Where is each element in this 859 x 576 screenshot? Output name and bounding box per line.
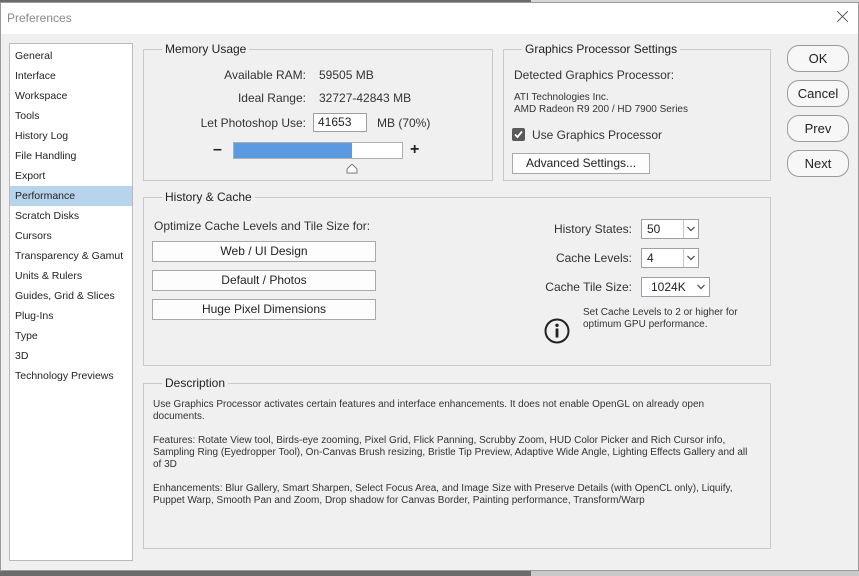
ok-button[interactable]: OK — [787, 45, 849, 72]
sidebar-item-guides-grid-slices[interactable]: Guides, Grid & Slices — [10, 286, 132, 306]
gpu-settings-group: Graphics Processor Settings Detected Gra… — [503, 42, 771, 181]
sidebar-item-3d[interactable]: 3D — [10, 346, 132, 366]
description-line: Features: Rotate View tool, Birds-eye zo… — [153, 435, 726, 446]
chevron-down-icon — [694, 278, 709, 296]
description-line: Sampling Ring (Eyedropper Tool), On-Canv… — [153, 447, 748, 458]
available-ram-label: Available RAM: — [224, 68, 306, 82]
sidebar-item-interface[interactable]: Interface — [10, 66, 132, 86]
sidebar-item-cursors[interactable]: Cursors — [10, 226, 132, 246]
description-line: Enhancements: Blur Gallery, Smart Sharpe… — [153, 483, 733, 494]
history-cache-group: History & Cache Optimize Cache Levels an… — [143, 190, 771, 366]
history-states-value: 50 — [647, 222, 661, 236]
ideal-range-label: Ideal Range: — [237, 91, 306, 105]
huge-pixel-dimensions-button[interactable]: Huge Pixel Dimensions — [152, 299, 376, 320]
memory-slider[interactable] — [233, 142, 403, 159]
increase-memory-button[interactable]: + — [410, 142, 419, 158]
default-photos-button[interactable]: Default / Photos — [152, 270, 376, 291]
cache-note-line2: optimum GPU performance. — [583, 319, 708, 330]
window-bottom-edge — [0, 571, 859, 576]
web-ui-design-button[interactable]: Web / UI Design — [152, 241, 376, 262]
history-states-select[interactable]: 50 — [641, 219, 699, 239]
memory-slider-thumb[interactable] — [346, 161, 358, 174]
sidebar-item-file-handling[interactable]: File Handling — [10, 146, 132, 166]
sidebar-item-scratch-disks[interactable]: Scratch Disks — [10, 206, 132, 226]
sidebar-item-technology-previews[interactable]: Technology Previews — [10, 366, 132, 386]
photoshop-use-label: Let Photoshop Use: — [200, 116, 306, 130]
chevron-down-icon — [683, 249, 698, 267]
memory-usage-group: Memory Usage Available RAM: 59505 MB Ide… — [143, 42, 493, 181]
gpu-settings-title: Graphics Processor Settings — [522, 42, 681, 56]
use-gpu-checkbox[interactable] — [512, 128, 525, 141]
sidebar-item-tools[interactable]: Tools — [10, 106, 132, 126]
memory-slider-fill — [234, 143, 352, 158]
sidebar-item-workspace[interactable]: Workspace — [10, 86, 132, 106]
window-title: Preferences — [7, 11, 72, 25]
sidebar-item-export[interactable]: Export — [10, 166, 132, 186]
description-line: documents. — [153, 411, 205, 422]
sidebar-item-transparency-gamut[interactable]: Transparency & Gamut — [10, 246, 132, 266]
optimize-label: Optimize Cache Levels and Tile Size for: — [154, 219, 371, 233]
decrease-memory-button[interactable]: – — [213, 142, 222, 158]
cache-levels-label: Cache Levels: — [555, 251, 632, 265]
next-button[interactable]: Next — [787, 150, 849, 177]
close-icon[interactable] — [834, 8, 852, 26]
memory-unit-label: MB (70%) — [377, 116, 431, 130]
cache-tile-size-label: Cache Tile Size: — [545, 280, 632, 294]
advanced-settings-button[interactable]: Advanced Settings... — [512, 153, 650, 174]
memory-usage-title: Memory Usage — [162, 42, 250, 56]
detected-gpu-label: Detected Graphics Processor: — [514, 68, 675, 82]
cancel-button[interactable]: Cancel — [787, 80, 849, 107]
memory-amount-field[interactable]: 41653 — [313, 113, 367, 132]
check-icon — [514, 130, 523, 139]
prev-button[interactable]: Prev — [787, 115, 849, 142]
description-title: Description — [162, 376, 229, 390]
description-paragraph-3: Enhancements: Blur Gallery, Smart Sharpe… — [153, 483, 733, 507]
cache-note-line1: Set Cache Levels to 2 or higher for — [583, 307, 738, 318]
chevron-down-icon — [683, 220, 698, 238]
sidebar-item-performance[interactable]: Performance — [10, 186, 132, 206]
cache-levels-value: 4 — [647, 251, 654, 265]
description-line: of 3D — [153, 459, 177, 470]
history-states-label: History States: — [553, 222, 632, 236]
sidebar-item-plug-ins[interactable]: Plug-Ins — [10, 306, 132, 326]
description-paragraph-2: Features: Rotate View tool, Birds-eye zo… — [153, 435, 747, 471]
gpu-model: AMD Radeon R9 200 / HD 7900 Series — [514, 104, 688, 115]
use-gpu-label: Use Graphics Processor — [532, 128, 663, 142]
gpu-vendor: ATI Technologies Inc. — [514, 92, 609, 103]
description-paragraph-1: Use Graphics Processor activates certain… — [153, 399, 704, 423]
sidebar-item-history-log[interactable]: History Log — [10, 126, 132, 146]
category-list: General Interface Workspace Tools History Lo… — [9, 43, 133, 561]
cache-levels-select[interactable]: 4 — [641, 248, 699, 268]
sidebar-item-type[interactable]: Type — [10, 326, 132, 346]
available-ram-value: 59505 MB — [319, 68, 374, 82]
info-icon — [544, 318, 570, 344]
description-line: Use Graphics Processor activates certain… — [153, 399, 705, 410]
ideal-range-value: 32727-42843 MB — [319, 91, 412, 105]
history-cache-title: History & Cache — [162, 190, 255, 204]
sidebar-item-general[interactable]: General — [10, 46, 132, 66]
description-line: Puppet Warp, Smooth Pan and Zoom, Drop s… — [153, 495, 645, 506]
preferences-dialog: Preferences General Interface Workspace Too… — [0, 2, 859, 571]
title-bar: Preferences — [1, 3, 858, 34]
cache-tile-size-select[interactable]: 1024K — [641, 277, 710, 297]
sidebar-item-units-rulers[interactable]: Units & Rulers — [10, 266, 132, 286]
cache-tile-size-value: 1024K — [651, 280, 686, 294]
description-group: Description Use Graphics Processor activ… — [143, 376, 771, 549]
